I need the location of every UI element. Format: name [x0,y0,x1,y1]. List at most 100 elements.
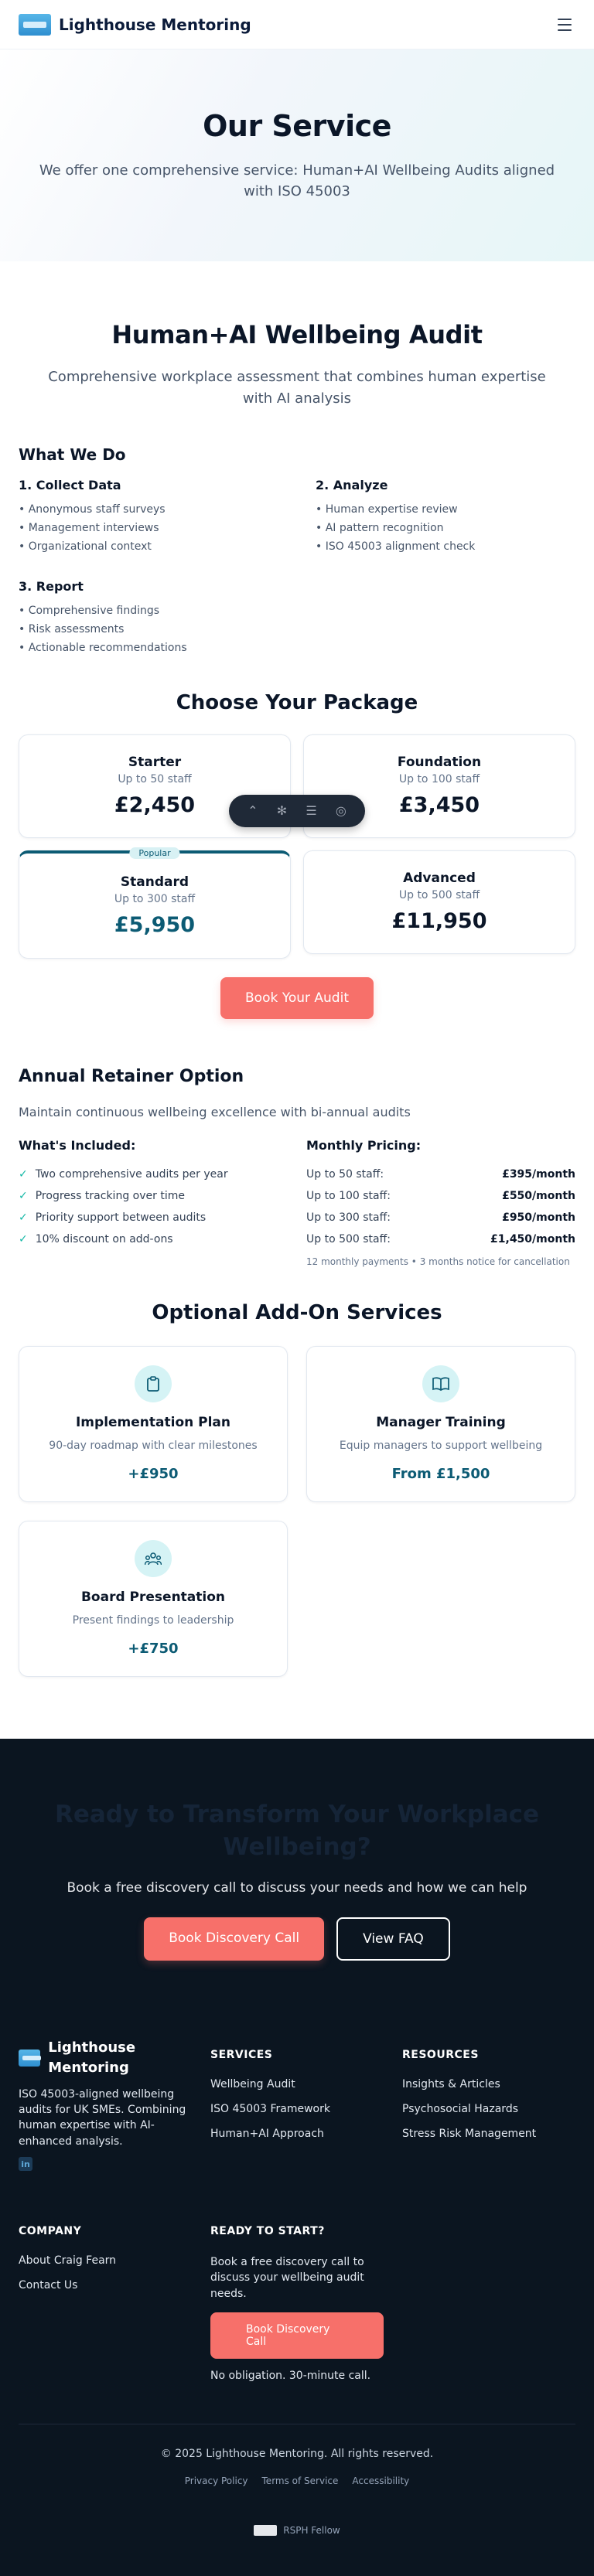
cursor-icon[interactable]: ⌃ [248,803,258,818]
step-item: Risk assessments [19,620,278,639]
footer-ready: READY TO START? Book a free discovery ca… [210,2214,384,2394]
addons-section: Optional Add-On Services Implementation … [0,1267,594,1739]
linkedin-icon[interactable]: in [19,2157,32,2172]
footer-link[interactable]: Psychosocial Hazards [402,2103,575,2115]
step-item: Anonymous staff surveys [19,500,278,519]
floating-toolbar: ⌃ ✻ ☰ ◎ [229,794,365,827]
cta-section: Ready to Transform Your Workplace Wellbe… [0,1738,594,2039]
addons-title: Optional Add-On Services [152,1300,442,1324]
book-discovery-call-button[interactable]: Book Discovery Call [144,1917,325,1961]
settings-icon[interactable]: ◎ [336,803,346,818]
step-item: ISO 45003 alignment check [316,537,575,556]
addon-title: Board Presentation [80,1590,226,1606]
footer-brand[interactable]: Lighthouse Mentoring [19,2038,192,2077]
brand-name: Lighthouse Mentoring [59,15,251,34]
list-item: ✓ Progress tracking over time [19,1185,288,1207]
addon-price: +£950 [128,1466,179,1483]
step-item: Organizational context [19,537,278,556]
package-size: Up to 300 staff [114,892,196,905]
monthly-pricing: Monthly Pricing: Up to 50 staff: £395/mon… [306,1138,575,1267]
footer-brand-name: Lighthouse Mentoring [48,2039,136,2076]
logo-icon [19,13,51,36]
step-title: 1. Collect Data [19,477,121,492]
footer-link[interactable]: About Craig Fearn [19,2254,192,2267]
step-collect: 1. Collect Data Anonymous staff surveys … [19,478,278,556]
retainer-section: Annual Retainer Option Maintain continuo… [0,1019,594,1267]
included-list: What's Included: ✓ Two comprehensive audi… [19,1138,288,1267]
pricing-row: Up to 100 staff: £550/month [306,1185,575,1207]
package-price: £11,950 [391,909,487,934]
terms-link[interactable]: Terms of Service [262,2475,339,2486]
step-item: Human expertise review [316,500,575,519]
footer-link[interactable]: Contact Us [19,2279,192,2291]
footer-link[interactable]: Insights & Articles [402,2078,575,2090]
footer-heading: SERVICES [210,2049,273,2062]
pricing-value: £950/month [502,1211,575,1224]
pricing-value: £1,450/month [490,1232,575,1245]
hero-subtitle: We offer one comprehensive service: Huma… [39,162,555,199]
addon-implementation-plan[interactable]: Implementation Plan 90-day roadmap with … [19,1345,288,1502]
package-name: Advanced [403,871,476,887]
rsph-badge: RSPH Fellow [19,2525,575,2537]
step-title: 2. Analyze [316,477,388,492]
bug-icon[interactable]: ✻ [277,803,287,818]
package-advanced[interactable]: Advanced Up to 500 staff £11,950 [303,850,575,954]
footer-link[interactable]: Human+AI Approach [210,2128,384,2140]
addon-manager-training[interactable]: Manager Training Equip managers to suppo… [306,1345,575,1502]
pricing-row: Up to 50 staff: £395/month [306,1164,575,1185]
footer-heading: RESOURCES [402,2049,479,2062]
package-price: £3,450 [398,793,480,818]
package-name: Foundation [397,755,482,771]
addon-board-presentation[interactable]: Board Presentation Present findings to l… [19,1520,288,1677]
what-we-do: What We Do 1. Collect Data Anonymous sta… [19,445,575,657]
pricing-note: 12 monthly payments • 3 months notice fo… [306,1256,570,1267]
hero: Our Service We offer one comprehensive s… [0,49,594,261]
footer-resources: RESOURCES Insights & Articles Psychosoci… [402,2038,575,2171]
addon-title: Implementation Plan [75,1415,231,1431]
package-standard[interactable]: Popular Standard Up to 300 staff £5,950 [19,847,291,959]
cta-title: Ready to Transform Your Workplace Wellbe… [54,1800,540,1861]
footer-link[interactable]: Stress Risk Management [402,2128,575,2140]
footer-heading: COMPANY [19,2225,82,2238]
audit-title: Human+AI Wellbeing Audit [111,320,483,349]
footer-heading: READY TO START? [210,2225,325,2238]
footer-link[interactable]: Wellbeing Audit [210,2078,384,2090]
privacy-link[interactable]: Privacy Policy [185,2475,248,2486]
included-title: What's Included: [19,1137,136,1153]
check-icon: ✓ [19,1189,28,1202]
step-item: Comprehensive findings [19,601,278,620]
footer-book-button[interactable]: Book Discovery Call [210,2312,384,2359]
pricing-title: Monthly Pricing: [306,1137,422,1153]
list-item: ✓ 10% discount on add-ons [19,1228,288,1250]
accessibility-link[interactable]: Accessibility [352,2475,409,2486]
included-text: 10% discount on add-ons [35,1232,173,1245]
package-price: £2,450 [114,793,196,818]
retainer-title: Annual Retainer Option [19,1066,244,1086]
people-icon [135,1540,172,1578]
footer-link[interactable]: ISO 45003 Framework [210,2103,384,2115]
addon-price: From £1,500 [391,1466,490,1483]
list-item: ✓ Two comprehensive audits per year [19,1164,288,1185]
addon-title: Manager Training [376,1415,506,1431]
copyright: © 2025 Lighthouse Mentoring. All rights … [160,2448,434,2461]
addon-price: +£750 [128,1641,179,1658]
footer-about: Lighthouse Mentoring ISO 45003-aligned w… [19,2038,192,2172]
check-icon: ✓ [19,1232,28,1245]
check-icon: ✓ [19,1167,28,1181]
brand[interactable]: Lighthouse Mentoring [19,13,251,36]
footer-ready-desc: Book a free discovery call to discuss yo… [210,2256,364,2300]
pricing-label: Up to 500 staff: [306,1232,391,1245]
book-audit-button[interactable]: Book Your Audit [220,976,374,1019]
hamburger-icon[interactable] [554,14,575,36]
rsph-label: RSPH Fellow [283,2525,340,2537]
book-icon [422,1365,459,1403]
step-item: Actionable recommendations [19,639,278,657]
popular-badge: Popular [129,847,180,859]
step-item: AI pattern recognition [316,519,575,537]
addon-desc: 90-day roadmap with clear milestones [49,1440,258,1453]
list-icon[interactable]: ☰ [306,803,316,818]
packages-grid: Starter Up to 50 staff £2,450 Foundation… [19,734,575,959]
included-text: Progress tracking over time [35,1189,185,1202]
view-faq-button[interactable]: View FAQ [336,1917,450,1961]
audit-section: Human+AI Wellbeing Audit Comprehensive w… [0,261,594,1019]
